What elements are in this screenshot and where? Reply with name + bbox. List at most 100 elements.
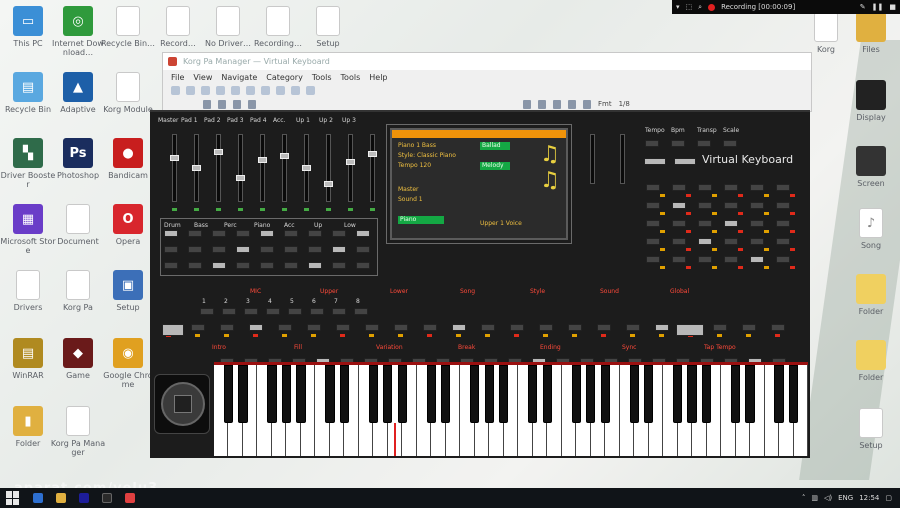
desktop-icon-right-7[interactable]: Folder (843, 340, 899, 402)
desktop-icon-right-2[interactable]: Files (843, 12, 899, 74)
function-button[interactable] (672, 184, 686, 191)
function-button[interactable] (724, 220, 738, 227)
slider-knob[interactable] (214, 149, 223, 155)
paste-icon[interactable] (276, 86, 285, 95)
black-key[interactable] (470, 365, 480, 423)
note-icon[interactable] (523, 99, 531, 109)
menu-item[interactable]: Tools (312, 73, 332, 82)
strip-button[interactable] (568, 324, 582, 331)
desktop-icon-doc7[interactable]: Document (50, 204, 106, 266)
black-key[interactable] (383, 365, 393, 423)
function-button[interactable] (724, 256, 738, 263)
function-button[interactable] (646, 220, 660, 227)
function-button[interactable] (776, 256, 790, 263)
black-key[interactable] (600, 365, 610, 423)
desktop-icon-doc9[interactable]: Korg Pa (50, 270, 106, 332)
search-icon[interactable]: ⌕ (698, 3, 702, 12)
function-button[interactable] (724, 184, 738, 191)
open-icon[interactable] (216, 86, 225, 95)
black-key[interactable] (325, 365, 335, 423)
strip-button[interactable] (539, 324, 553, 331)
function-button[interactable] (776, 184, 790, 191)
black-key[interactable] (368, 365, 378, 423)
desktop-icon-right-4[interactable]: Screen (843, 146, 899, 208)
desktop-icon-red-app[interactable]: ● Bandicam (100, 138, 156, 200)
function-button[interactable] (646, 238, 660, 245)
black-key[interactable] (499, 365, 509, 423)
function-button[interactable] (750, 220, 764, 227)
desktop-icon-green-app[interactable]: ▚ Driver Booster (0, 138, 56, 200)
balance-slider[interactable] (620, 134, 625, 184)
strip-button[interactable] (336, 324, 350, 331)
play-icon[interactable] (203, 99, 211, 109)
desktop-icon-right-6[interactable]: Folder (843, 274, 899, 336)
cut-icon[interactable] (246, 86, 255, 95)
desktop-icon-right-3[interactable]: Display (843, 80, 899, 142)
black-key[interactable] (586, 365, 596, 423)
desktop-icon-game[interactable]: ◆ Game (50, 338, 106, 400)
volume-slider[interactable] (302, 134, 311, 202)
black-key[interactable] (643, 365, 654, 423)
home-icon[interactable] (201, 86, 210, 95)
desktop-icon-setup[interactable]: ▣ Setup (100, 270, 156, 332)
desktop-icon-chrome[interactable]: ◉ Google Chrome (100, 338, 156, 400)
toolbar-format-label[interactable]: Fmt (598, 100, 612, 108)
black-key[interactable] (745, 365, 755, 423)
function-button[interactable] (646, 256, 660, 263)
desktop-icon-doc1[interactable]: Recycle Bin… (100, 6, 156, 68)
variation-button[interactable] (310, 308, 324, 315)
strip-button[interactable] (365, 324, 379, 331)
strip-button[interactable] (771, 324, 785, 331)
function-button[interactable] (698, 184, 712, 191)
help-icon[interactable] (306, 86, 315, 95)
chevron-up-icon[interactable]: ˄ (802, 494, 806, 502)
volume-slider[interactable] (280, 134, 289, 202)
loop-icon[interactable] (583, 99, 591, 109)
file-explorer-icon[interactable] (56, 493, 66, 503)
black-key[interactable] (296, 365, 306, 423)
function-button[interactable] (698, 220, 712, 227)
style-play-button[interactable] (644, 158, 666, 165)
slider-knob[interactable] (368, 151, 377, 157)
taskbar-app-icon[interactable] (79, 493, 89, 503)
desktop-icon-right-5[interactable]: ♪ Song (843, 208, 899, 270)
black-key[interactable] (339, 365, 350, 423)
metronome-icon[interactable] (568, 99, 576, 109)
menu-item[interactable]: Navigate (221, 73, 257, 82)
desktop-icon-folder[interactable]: ▮ Folder (0, 406, 56, 468)
black-key[interactable] (238, 365, 248, 423)
desktop-icon-right-8[interactable]: Setup (843, 408, 899, 470)
strip-button[interactable] (191, 324, 205, 331)
strip-button[interactable] (597, 324, 611, 331)
function-button[interactable] (672, 220, 686, 227)
variation-button[interactable] (266, 308, 280, 315)
slider-knob[interactable] (280, 153, 289, 159)
black-key[interactable] (687, 365, 697, 423)
slider-knob[interactable] (170, 155, 179, 161)
taskbar-app-icon[interactable] (102, 493, 112, 503)
desktop-icon-doc10[interactable]: Korg Pa Manager (50, 406, 106, 468)
joystick-core[interactable] (174, 395, 192, 413)
function-button[interactable] (750, 184, 764, 191)
white-button[interactable] (162, 324, 184, 336)
black-key[interactable] (281, 365, 292, 423)
desktop-icon-winrar[interactable]: ▤ WinRAR (0, 338, 56, 400)
volume-slider[interactable] (368, 134, 377, 202)
strip-button[interactable] (510, 324, 524, 331)
volume-slider[interactable] (346, 134, 355, 202)
black-key[interactable] (223, 365, 234, 423)
desktop-icon-store[interactable]: ▦ Microsoft Store (0, 204, 56, 266)
zoom-out-icon[interactable] (248, 99, 256, 109)
black-key[interactable] (629, 365, 639, 423)
volume-slider[interactable] (192, 134, 201, 202)
strip-button[interactable] (394, 324, 408, 331)
taskbar-app-icon[interactable] (33, 493, 43, 503)
note-icon[interactable] (553, 99, 561, 109)
menu-item[interactable]: Tools (341, 73, 361, 82)
function-button[interactable] (698, 256, 712, 263)
pointer-icon[interactable]: ⬚ (686, 3, 693, 11)
function-button[interactable] (672, 256, 686, 263)
menu-item[interactable]: Help (369, 73, 387, 82)
white-button[interactable] (676, 324, 704, 336)
function-button[interactable] (776, 238, 790, 245)
